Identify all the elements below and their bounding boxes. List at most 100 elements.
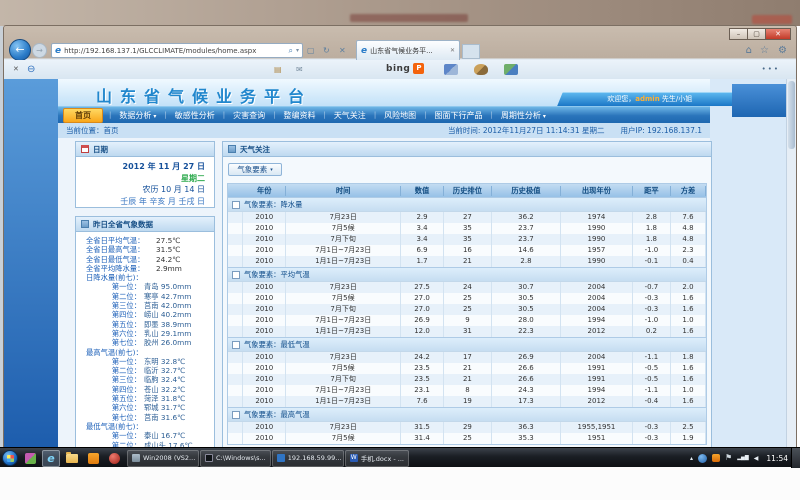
addon-icon-3[interactable] xyxy=(504,64,518,75)
close-window-button[interactable]: ✕ xyxy=(765,28,791,40)
table-row[interactable]: 20101月1日~7月23日1.7212.81990-0.10.4 xyxy=(228,256,706,267)
tray-security-icon[interactable] xyxy=(712,454,720,462)
tray-action-center-icon[interactable]: ⚑ xyxy=(725,454,732,462)
table-row[interactable]: 20107月1日~7月23日23.1824.31994-1.11.0 xyxy=(228,385,706,396)
table-row[interactable]: 20107月23日24.21726.92004-1.11.8 xyxy=(228,352,706,363)
mail-icon[interactable]: ✉ xyxy=(296,65,303,74)
taskbar-ie-button[interactable]: e xyxy=(42,450,60,467)
tray-speaker-icon[interactable]: ◀ xyxy=(754,455,759,462)
addon-icon-2[interactable] xyxy=(474,64,488,75)
nav-item-8[interactable]: 周期性分析▾ xyxy=(493,110,554,121)
toolbar-close-icon[interactable]: ✕ xyxy=(13,65,19,73)
row-cell: 1月1日~7月23日 xyxy=(286,326,401,337)
chevron-down-icon[interactable]: ▾ xyxy=(296,47,299,54)
url-text[interactable]: http://192.168.137.1/GLCCLIMATE/modules/… xyxy=(64,47,285,55)
pinned-app-icon[interactable] xyxy=(21,450,39,467)
section-header-row[interactable]: 气象要素：最低气温 xyxy=(228,337,706,352)
show-desktop-button[interactable] xyxy=(791,448,800,468)
table-row[interactable]: 20101月1日~7月23日7.61917.32012-0.41.6 xyxy=(228,396,706,407)
more-menu-icon[interactable]: ••• xyxy=(762,65,780,73)
page-left-band xyxy=(4,79,58,448)
taskbar-explorer-button[interactable] xyxy=(63,450,81,467)
tray-signal-icon[interactable]: ▂▅▇ xyxy=(737,455,749,461)
section-checkbox[interactable] xyxy=(232,411,240,419)
address-bar[interactable]: e http://192.168.137.1/GLCCLIMATE/module… xyxy=(51,43,303,58)
back-button[interactable]: ← xyxy=(9,39,31,61)
nav-item-7[interactable]: 图面下行产品 xyxy=(427,110,491,121)
table-row[interactable]: 20107月23日27.52430.72004-0.72.0 xyxy=(228,282,706,293)
element-filter-button[interactable]: 气象要素 ▾ xyxy=(228,163,282,176)
screen: – ▢ ✕ ← → e http://192.168.137.1/GLCCLIM… xyxy=(0,0,800,500)
page-scrollbar[interactable] xyxy=(786,79,796,448)
table-row[interactable]: 20107月下旬23.52126.61991-0.51.6 xyxy=(228,374,706,385)
table-row[interactable]: 20107月下旬27.02530.52004-0.31.6 xyxy=(228,304,706,315)
table-row[interactable]: 20107月1日~7月23日6.91614.61957-1.02.3 xyxy=(228,245,706,256)
cards-icon[interactable]: ▤ xyxy=(274,65,282,74)
settings-gear-icon[interactable]: ⚙ xyxy=(778,45,787,56)
row-cell: 2010 xyxy=(243,304,286,315)
section-header-row[interactable]: 气象要素：最高气温 xyxy=(228,407,706,422)
section-checkbox[interactable] xyxy=(232,341,240,349)
tab-close-icon[interactable]: ✕ xyxy=(450,47,455,54)
refresh-icon[interactable]: ↻ xyxy=(323,46,330,55)
circle-slash-icon[interactable]: ⊖ xyxy=(27,65,35,74)
table-row[interactable]: 20107月23日31.52936.31955,1951-0.32.5 xyxy=(228,422,706,433)
row-cell: 2.3 xyxy=(671,245,706,256)
rank-label: 第四位： xyxy=(86,385,141,394)
table-row[interactable]: 20107月5候3.43523.719901.84.8 xyxy=(228,223,706,234)
stop-icon[interactable]: ✕ xyxy=(339,46,346,55)
row-cell: 7月5候 xyxy=(286,433,401,444)
rank-label: 第二位： xyxy=(86,292,141,301)
bing-toolbar-logo[interactable]: bing P xyxy=(386,63,424,74)
home-icon[interactable]: ⌂ xyxy=(746,45,752,56)
nav-item-4[interactable]: 整编资料 xyxy=(275,110,323,121)
browser-tab[interactable]: e 山东省气候业务平... ✕ xyxy=(356,40,460,60)
scrollbar-thumb[interactable] xyxy=(788,81,795,149)
taskbar-window-0[interactable]: Win2008 (VS2... xyxy=(127,450,199,467)
row-cell: 27.5 xyxy=(401,282,444,293)
section-checkbox[interactable] xyxy=(232,271,240,279)
row-cell: 35.3 xyxy=(492,444,561,445)
taskbar-media-button[interactable] xyxy=(105,450,123,467)
section-header-row[interactable]: 气象要素：平均气温 xyxy=(228,267,706,282)
table-row[interactable]: 20107月5候27.02530.52004-0.31.6 xyxy=(228,293,706,304)
table-row[interactable]: 20107月下旬31.42535.31951-0.31.9 xyxy=(228,444,706,445)
section-header-row[interactable]: 气象要素：降水量 xyxy=(228,197,706,212)
table-row[interactable]: 20107月下旬3.43523.719901.84.8 xyxy=(228,234,706,245)
rank-label: 第五位： xyxy=(86,320,141,329)
row-cell xyxy=(228,374,243,385)
welcome-ribbon: 欢迎您，admin 先生/小姐 xyxy=(557,92,743,106)
new-tab-button[interactable] xyxy=(462,44,480,59)
table-row[interactable]: 20107月1日~7月23日26.9928.01994-1.01.0 xyxy=(228,315,706,326)
nav-item-6[interactable]: 风险地图 xyxy=(376,110,424,121)
forward-button[interactable]: → xyxy=(32,43,47,58)
table-row[interactable]: 20101月1日~7月23日12.03122.320120.21.6 xyxy=(228,326,706,337)
section-label: 气象要素：最低气温 xyxy=(244,340,310,350)
compatibility-icon[interactable]: ▢ xyxy=(307,46,315,55)
search-icon[interactable]: ⌕ xyxy=(289,46,293,56)
addon-icon-1[interactable] xyxy=(444,64,458,75)
taskbar-window-1[interactable]: C:\Windows\s... xyxy=(200,450,271,467)
row-cell: 2004 xyxy=(561,352,633,363)
tray-collapse-icon[interactable]: ▴ xyxy=(690,455,693,462)
row-cell: 30.5 xyxy=(492,304,561,315)
favorites-star-icon[interactable]: ☆ xyxy=(760,45,769,56)
taskbar-window-2[interactable]: 192.168.59.99... xyxy=(272,450,344,467)
section-checkbox[interactable] xyxy=(232,201,240,209)
nav-item-1[interactable]: 数据分析▾ xyxy=(111,110,164,121)
taskbar-clock[interactable]: 11:54 xyxy=(766,454,788,463)
nav-item-2[interactable]: 敏感性分析 xyxy=(167,110,223,121)
minimize-button[interactable]: – xyxy=(729,28,748,40)
taskbar-window-3[interactable]: W手机.docx - ... xyxy=(345,450,409,467)
row-cell: 21 xyxy=(444,374,492,385)
table-row[interactable]: 20107月5候31.42535.31951-0.31.9 xyxy=(228,433,706,444)
nav-item-3[interactable]: 灾害查询 xyxy=(225,110,273,121)
table-row[interactable]: 20107月5候23.52126.61991-0.51.6 xyxy=(228,363,706,374)
maximize-button[interactable]: ▢ xyxy=(747,28,766,40)
taskbar-orange-app-button[interactable] xyxy=(84,450,102,467)
tray-network-globe-icon[interactable] xyxy=(698,454,707,463)
nav-item-0[interactable]: 首页 xyxy=(63,108,103,123)
table-row[interactable]: 20107月23日2.92736.219742.87.6 xyxy=(228,212,706,223)
start-button[interactable] xyxy=(2,450,18,466)
nav-item-5[interactable]: 天气关注 xyxy=(326,110,374,121)
